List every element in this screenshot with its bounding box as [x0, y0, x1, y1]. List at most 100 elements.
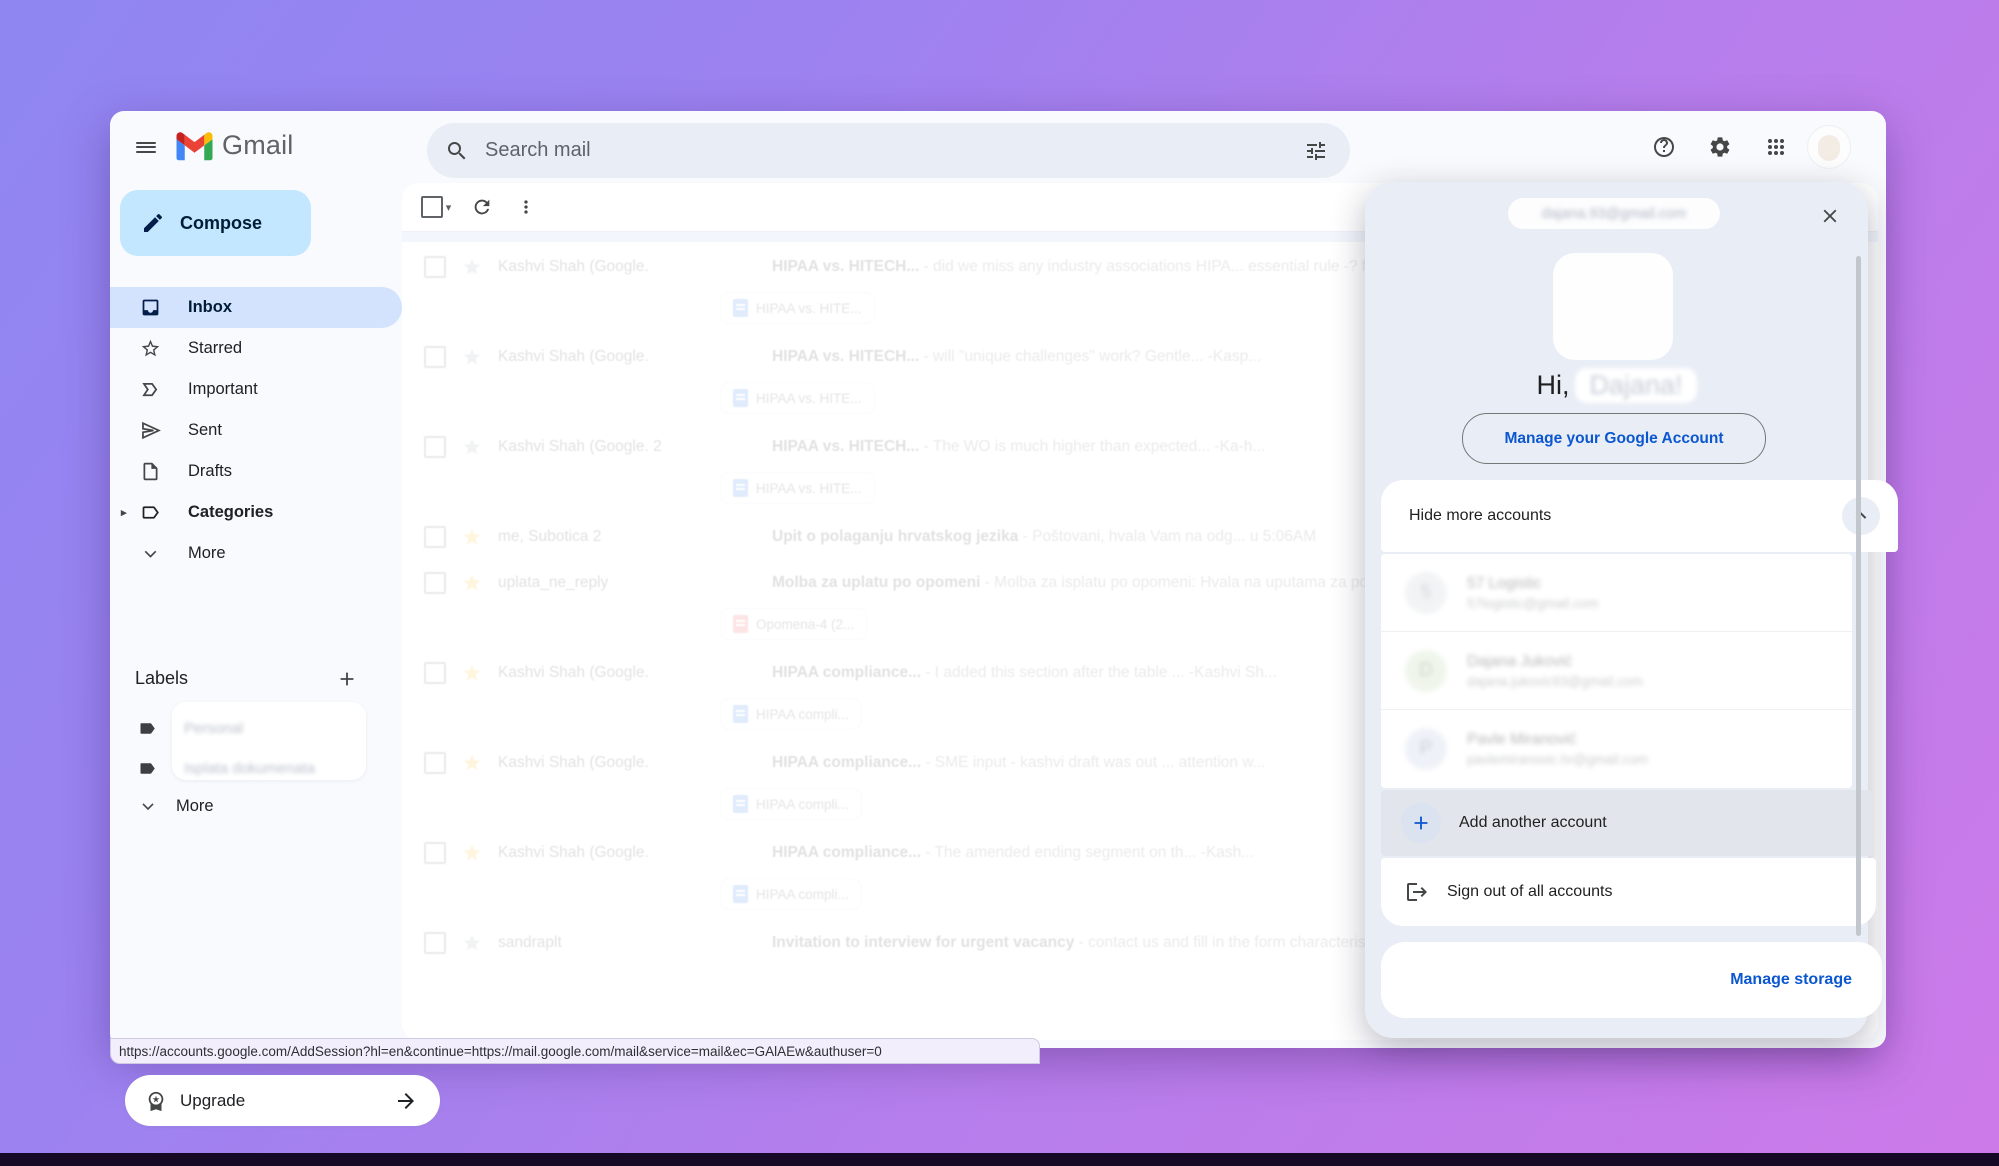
main-menu-button[interactable]: [122, 123, 170, 171]
row-star-icon[interactable]: [462, 843, 482, 863]
compose-label: Compose: [180, 213, 262, 234]
search-icon[interactable]: [445, 139, 469, 163]
more-options-button[interactable]: [506, 187, 546, 227]
row-star-icon[interactable]: [462, 933, 482, 953]
row-checkbox[interactable]: [424, 572, 446, 594]
email-subject: HIPAA vs. HITECH...: [772, 438, 919, 455]
sidebar-item-inbox[interactable]: Inbox: [110, 287, 402, 328]
refresh-button[interactable]: [462, 187, 502, 227]
row-star-icon[interactable]: [462, 257, 482, 277]
search-input[interactable]: [483, 138, 1292, 163]
row-checkbox[interactable]: [424, 842, 446, 864]
email-snippet: - The amended ending segment on th... -K…: [925, 844, 1254, 861]
document-icon: [733, 885, 748, 903]
labels-heading: Labels: [135, 668, 188, 689]
select-all-checkbox[interactable]: ▾: [414, 187, 458, 227]
sidebar-item-label: More: [188, 544, 226, 563]
row-checkbox[interactable]: [424, 752, 446, 774]
row-star-icon[interactable]: [462, 437, 482, 457]
document-icon: [733, 615, 748, 633]
account-email: 57logistic@gmail.com: [1467, 596, 1599, 611]
attachment-chip[interactable]: HIPAA compli...: [720, 878, 862, 910]
sidebar: Compose Inbox Starred Important Sent Dra…: [110, 183, 402, 1048]
important-icon: [140, 379, 161, 400]
email-sender: me, Subotica 2: [498, 528, 756, 546]
gmail-logo[interactable]: Gmail: [176, 130, 294, 161]
label-item[interactable]: Personal: [137, 714, 397, 742]
email-snippet: - will "unique challenges" work? Gentle.…: [924, 348, 1262, 365]
popup-scrollbar[interactable]: [1856, 256, 1861, 936]
manage-storage-label: Manage storage: [1730, 971, 1852, 989]
sidebar-item-starred[interactable]: Starred: [110, 328, 402, 369]
search-options-icon[interactable]: [1292, 127, 1340, 175]
other-accounts-list: 5 57 Logistic 57logistic@gmail.com D Daj…: [1381, 554, 1852, 788]
account-avatar: P: [1405, 728, 1447, 770]
row-checkbox[interactable]: [424, 436, 446, 458]
email-sender: Kashvi Shah (Google.: [498, 348, 756, 366]
row-checkbox[interactable]: [424, 932, 446, 954]
row-checkbox[interactable]: [424, 346, 446, 368]
account-email-redacted: dajana.93@gmail.com: [1508, 198, 1720, 229]
account-list-item[interactable]: D Dajana Juković dajana.jukovic93@gmail.…: [1381, 632, 1852, 710]
settings-gear-icon[interactable]: [1696, 123, 1744, 171]
attachment-chip[interactable]: HIPAA vs. HITE...: [720, 382, 875, 414]
sign-out-icon: [1405, 880, 1429, 904]
close-button[interactable]: [1806, 192, 1854, 240]
sign-out-label: Sign out of all accounts: [1447, 883, 1612, 901]
sign-out-row[interactable]: Sign out of all accounts: [1381, 858, 1876, 926]
email-subject: HIPAA vs. HITECH...: [772, 348, 919, 365]
account-list-item[interactable]: P Pavle Miranović pavlemiranovic.hr@gmai…: [1381, 710, 1852, 787]
account-list-item[interactable]: 5 57 Logistic 57logistic@gmail.com: [1381, 554, 1852, 632]
arrow-right-icon[interactable]: [394, 1089, 418, 1113]
manage-google-account-button[interactable]: Manage your Google Account: [1462, 413, 1766, 464]
labels-more[interactable]: More: [138, 790, 214, 822]
sidebar-item-important[interactable]: Important: [110, 369, 402, 410]
document-icon: [733, 479, 748, 497]
sidebar-item-drafts[interactable]: Drafts: [110, 451, 402, 492]
email-sender: sandraplt: [498, 934, 756, 952]
manage-storage-card[interactable]: Manage storage: [1381, 942, 1882, 1018]
compose-button[interactable]: Compose: [120, 190, 311, 256]
row-checkbox[interactable]: [424, 526, 446, 548]
profile-avatar[interactable]: [1808, 126, 1850, 168]
apps-grid-icon[interactable]: [1752, 123, 1800, 171]
create-label-button[interactable]: [330, 662, 364, 696]
expand-arrow-icon[interactable]: ▸: [121, 506, 127, 519]
email-subject: Upit o polaganju hrvatskog jezika: [772, 528, 1018, 545]
document-icon: [733, 299, 748, 317]
email-subject: HIPAA compliance...: [772, 754, 921, 771]
label-filled-icon: [137, 758, 158, 779]
row-checkbox[interactable]: [424, 662, 446, 684]
row-star-icon[interactable]: [462, 573, 482, 593]
account-email: dajana.93@gmail.com: [1542, 206, 1687, 222]
attachment-name: HIPAA vs. HITE...: [756, 391, 862, 406]
select-dropdown-icon[interactable]: ▾: [446, 201, 452, 214]
label-item[interactable]: Isplata dokumenata: [137, 754, 397, 782]
sidebar-item-more[interactable]: More: [110, 533, 402, 574]
chevron-up-icon[interactable]: [1842, 497, 1880, 535]
help-button[interactable]: [1640, 123, 1688, 171]
gmail-logo-text: Gmail: [222, 130, 294, 161]
email-sender: uplata_ne_reply: [498, 574, 756, 592]
attachment-chip[interactable]: HIPAA vs. HITE...: [720, 472, 875, 504]
attachment-chip[interactable]: Opomena-4 (2...: [720, 608, 867, 640]
upgrade-label: Upgrade: [180, 1091, 245, 1111]
search-bar[interactable]: [427, 123, 1350, 178]
attachment-chip[interactable]: HIPAA compli...: [720, 788, 862, 820]
sidebar-item-categories[interactable]: ▸ Categories: [110, 492, 402, 533]
row-star-icon[interactable]: [462, 753, 482, 773]
hide-more-accounts-row[interactable]: Hide more accounts: [1381, 480, 1898, 552]
row-star-icon[interactable]: [462, 663, 482, 683]
email-sender: Kashvi Shah (Google.: [498, 258, 756, 276]
attachment-chip[interactable]: HIPAA vs. HITE...: [720, 292, 875, 324]
add-another-account-row[interactable]: Add another account: [1381, 790, 1872, 856]
row-star-icon[interactable]: [462, 347, 482, 367]
row-checkbox[interactable]: [424, 256, 446, 278]
attachment-chip[interactable]: HIPAA compli...: [720, 698, 862, 730]
account-avatar-redacted[interactable]: [1553, 253, 1673, 360]
row-star-icon[interactable]: [462, 527, 482, 547]
upgrade-row[interactable]: Upgrade: [125, 1075, 440, 1126]
sidebar-item-sent[interactable]: Sent: [110, 410, 402, 451]
email-subject: HIPAA compliance...: [772, 844, 921, 861]
hamburger-icon: [136, 139, 156, 155]
